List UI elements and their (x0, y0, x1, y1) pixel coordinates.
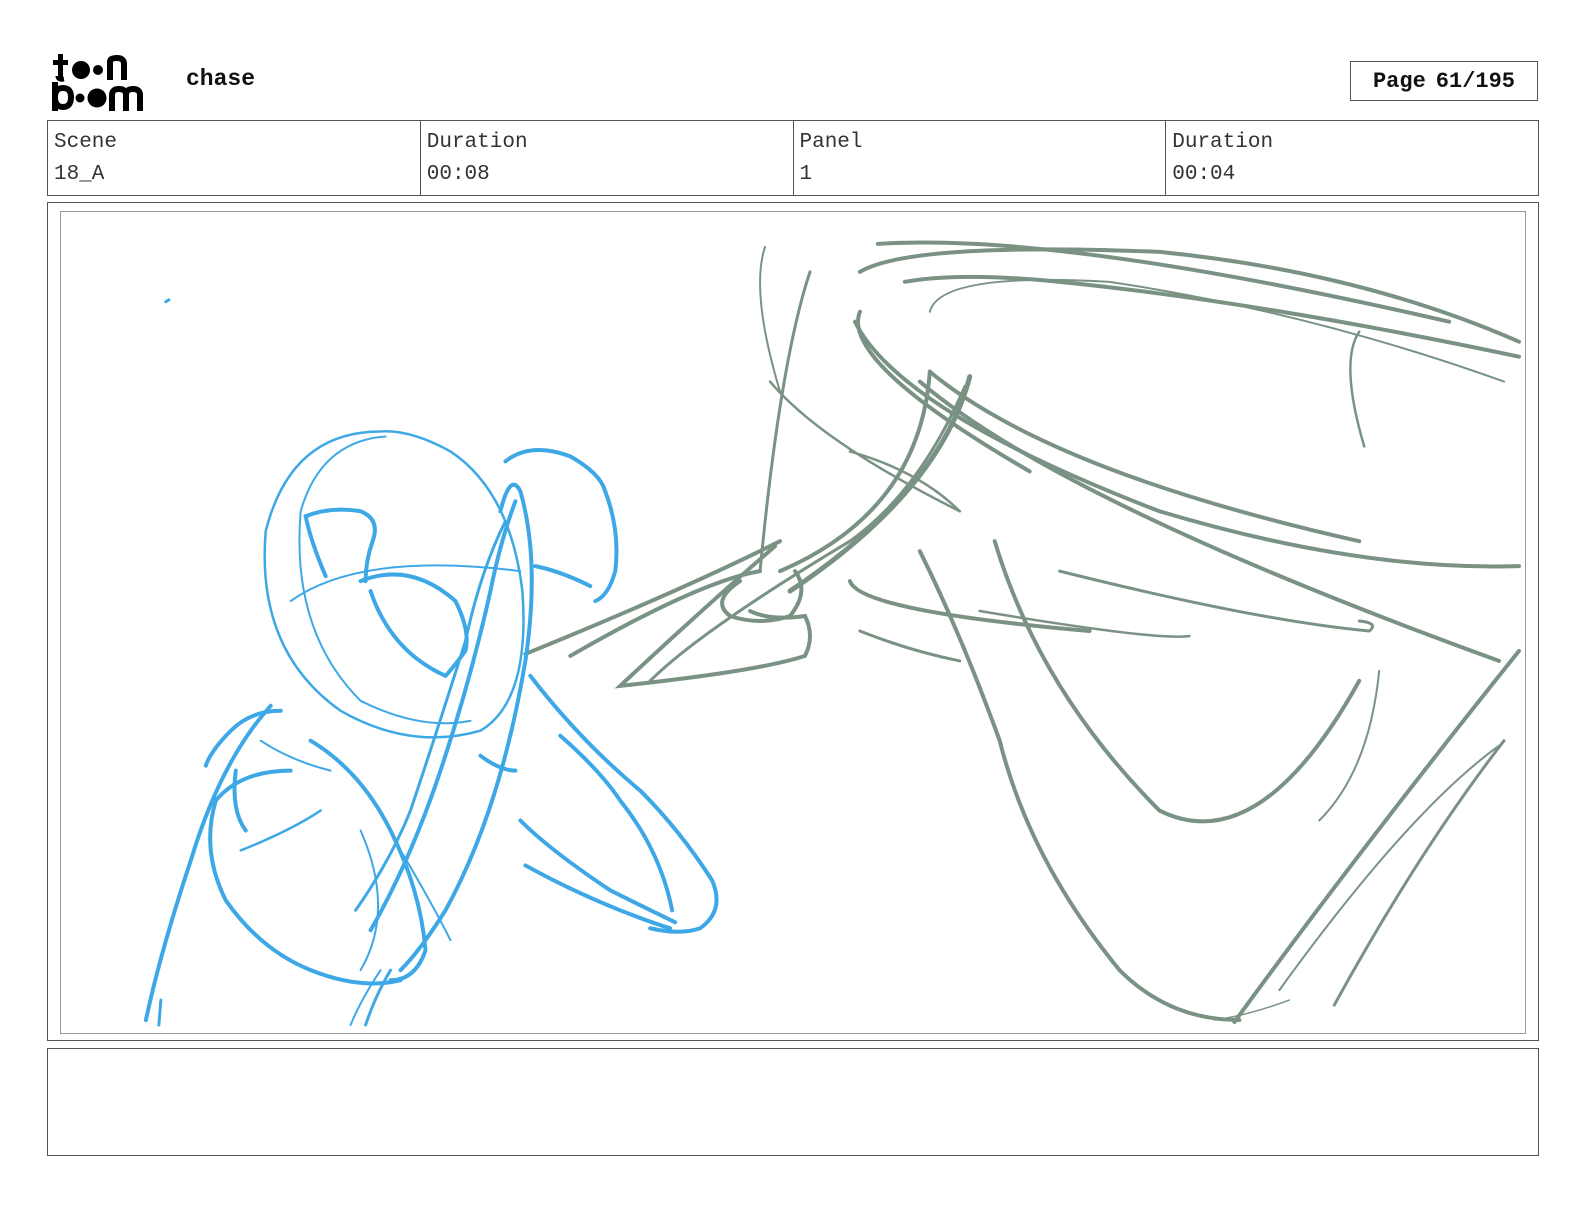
panel-duration-value: 00:04 (1172, 163, 1236, 186)
scene-cell: Scene 18_A (48, 121, 421, 195)
character-sketch-strokes (143, 298, 719, 1027)
page-number: 61/195 (1435, 68, 1516, 94)
scene-value: 18_A (54, 163, 105, 186)
toon-boom-logo-icon (52, 54, 143, 111)
caption-box (47, 1048, 1539, 1156)
scene-label: Scene (54, 131, 118, 154)
panel-cell: Panel 1 (794, 121, 1167, 195)
storyboard-panel-image (60, 211, 1526, 1034)
info-table: Scene 18_A Duration 00:08 Panel 1 Durati… (47, 120, 1539, 196)
toon-boom-logo (50, 50, 166, 114)
page-indicator: Page 61/195 (1350, 61, 1538, 101)
scene-duration-value: 00:08 (426, 163, 490, 186)
panel-duration-cell: Duration 00:04 (1166, 121, 1538, 195)
storyboard-panel-frame (47, 202, 1539, 1041)
panel-label: Panel (799, 131, 863, 154)
panel-value: 1 (799, 163, 813, 186)
page-label: Page (1372, 68, 1426, 94)
scene-duration-label: Duration (426, 131, 528, 154)
scene-duration-cell: Duration 00:08 (421, 121, 794, 195)
project-title: chase (186, 66, 256, 92)
sketch-drawing (143, 240, 1522, 1027)
background-sketch-strokes (523, 240, 1522, 1025)
panel-duration-label: Duration (1172, 131, 1274, 154)
